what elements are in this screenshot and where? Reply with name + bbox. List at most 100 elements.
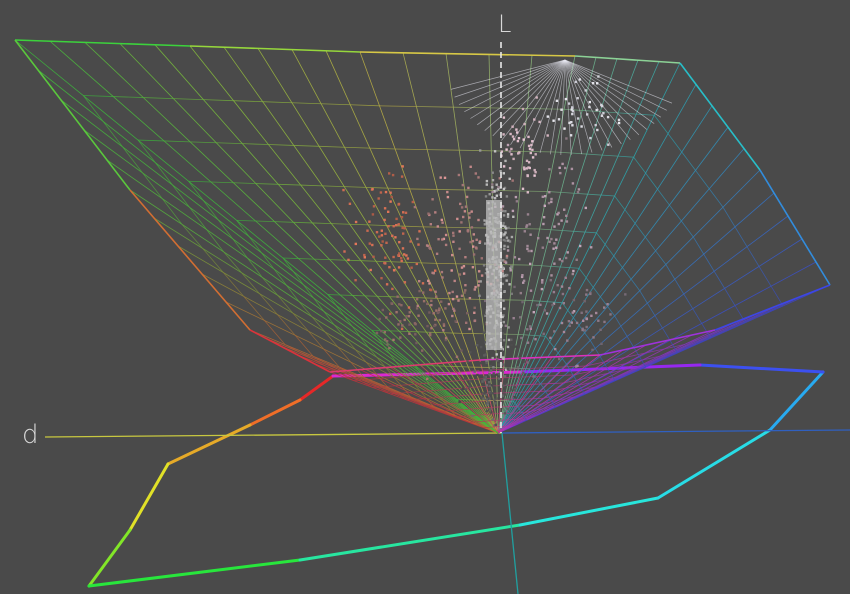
scatter-point	[501, 272, 505, 275]
scatter-point	[480, 396, 483, 399]
scatter-point	[465, 195, 469, 199]
scatter-point	[471, 239, 475, 243]
scatter-point	[405, 254, 408, 257]
scatter-point	[510, 338, 513, 341]
wireframe-ring	[142, 172, 163, 199]
scatter-point	[551, 303, 554, 307]
scatter-point	[512, 317, 515, 320]
wireframe-ring	[323, 311, 335, 326]
wireframe-ring	[692, 308, 703, 324]
wireframe-ring	[514, 391, 528, 393]
scatter-point	[504, 210, 507, 213]
scatter-point	[485, 361, 488, 365]
wireframe-ring	[545, 335, 551, 343]
scatter-point	[548, 191, 551, 194]
scatter-point	[390, 195, 393, 199]
scatter-point	[583, 300, 586, 303]
scatter-point	[505, 254, 509, 258]
scatter-point	[521, 300, 524, 304]
scatter-point	[493, 150, 497, 153]
wireframe-ring	[291, 102, 322, 105]
scatter-point	[585, 310, 588, 313]
scatter-point	[506, 213, 510, 216]
scatter-point	[542, 222, 545, 226]
scatter-point	[429, 332, 432, 335]
scatter-point	[434, 290, 437, 293]
wireframe-ring	[734, 226, 748, 247]
scatter-point	[534, 171, 537, 174]
wireframe-ring	[602, 154, 619, 157]
scatter-point	[552, 119, 555, 122]
scatter-point	[426, 302, 429, 306]
scatter-point	[560, 108, 563, 111]
scatter-point	[503, 244, 506, 248]
scatter-point	[545, 312, 549, 315]
scatter-point	[395, 311, 398, 314]
scatter-point	[471, 414, 474, 417]
scatter-point	[504, 225, 507, 228]
scatter-point	[531, 140, 534, 143]
scatter-point	[495, 194, 498, 197]
scatter-point	[505, 236, 509, 239]
scatter-point	[483, 376, 486, 379]
scatter-point	[515, 200, 519, 203]
scatter-point	[506, 245, 510, 248]
scatter-point	[503, 307, 506, 310]
scatter-point	[513, 388, 516, 392]
scatter-point	[497, 397, 500, 400]
scatter-point	[502, 275, 505, 278]
scatter-point	[566, 339, 569, 342]
wireframe-ring	[513, 401, 516, 404]
wireframe-ring	[562, 358, 567, 365]
scatter-point	[624, 293, 627, 296]
scatter-point	[501, 205, 505, 208]
scatter-point	[528, 223, 531, 226]
wireframe-ring	[517, 406, 520, 409]
scatter-point	[415, 262, 418, 266]
cyan-axis-line	[501, 432, 519, 594]
scatter-point	[411, 200, 414, 204]
wireframe-ring	[550, 229, 563, 231]
wireframe-ring	[427, 149, 460, 151]
wireframe-ring	[314, 258, 330, 261]
scatter-point	[507, 360, 510, 363]
scatter-point	[584, 89, 587, 92]
scatter-point	[448, 291, 451, 295]
wireframe-meridian	[37, 69, 499, 434]
scatter-point	[585, 293, 588, 296]
scatter-point	[511, 209, 515, 213]
gamut-projection-outline	[87, 363, 825, 588]
scatter-point	[508, 150, 512, 153]
scatter-point	[395, 224, 398, 227]
scatter-point	[506, 249, 510, 252]
scatter-point	[529, 327, 532, 330]
scatter-point	[513, 396, 516, 399]
scatter-point	[491, 171, 494, 174]
scatter-point	[401, 226, 404, 230]
scatter-point	[553, 225, 556, 228]
scatter-point	[475, 247, 478, 250]
scatter-point	[465, 321, 468, 324]
scatter-point	[438, 307, 441, 310]
wireframe-ring	[173, 98, 204, 101]
scatter-point	[549, 336, 552, 340]
scatter-point	[508, 177, 511, 180]
scatter-point	[459, 202, 462, 206]
scatter-point	[567, 102, 571, 105]
scatter-point	[506, 367, 510, 371]
wireframe-ring	[83, 95, 114, 97]
scatter-point	[416, 237, 419, 241]
scatter-point	[495, 183, 498, 186]
scatter-point	[403, 281, 407, 284]
scatter-point	[502, 133, 505, 136]
scatter-point	[491, 186, 494, 189]
scatter-point	[354, 242, 357, 246]
scatter-point	[518, 257, 521, 261]
wireframe-ring	[286, 285, 300, 302]
scatter-point	[456, 217, 459, 221]
scatter-point	[439, 176, 442, 179]
scatter-point	[414, 323, 417, 326]
gamut-canvas[interactable]	[0, 0, 850, 594]
gamut-3d-view[interactable]: L d	[0, 0, 850, 594]
scatter-point	[564, 256, 568, 260]
